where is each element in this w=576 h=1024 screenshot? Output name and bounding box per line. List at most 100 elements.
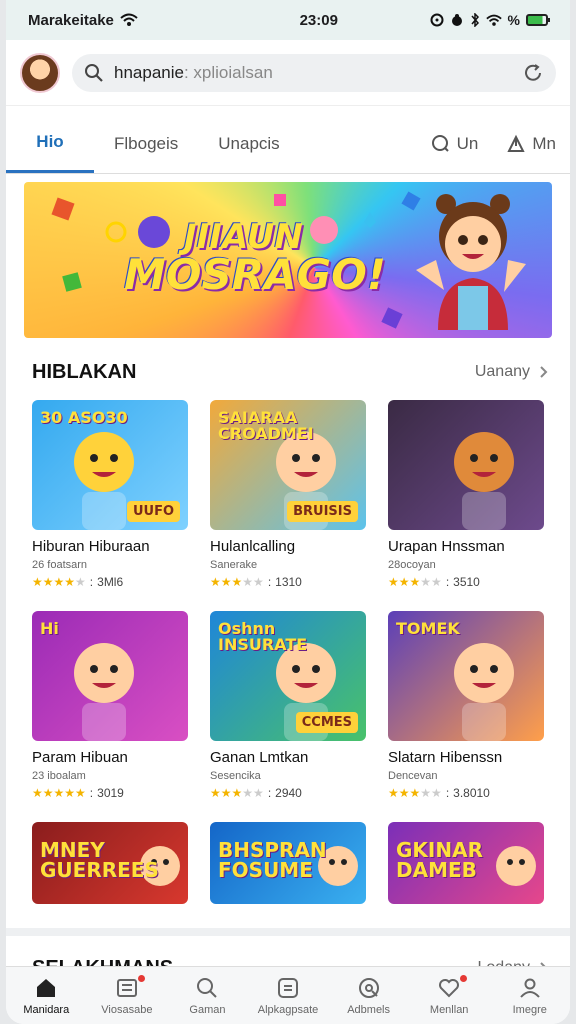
search-input[interactable]: [183, 62, 512, 83]
app-name: Hiburan Hiburaan: [32, 538, 150, 555]
status-carrier-group: Marakeitake: [28, 12, 228, 29]
star-rating-icon: ★★★★★: [32, 786, 86, 800]
chevron-right-icon: [540, 366, 548, 378]
phone-screen: Marakeitake 23:09 % hnapanie Hio Flbogei…: [6, 0, 570, 1024]
tab-action-share[interactable]: Mn: [492, 134, 570, 154]
nav-item-home[interactable]: Manidara: [6, 967, 87, 1024]
wifi-icon: [485, 14, 502, 26]
apps-icon: [278, 977, 299, 998]
app-thumbnail-title: GKINAR DAMEB: [396, 838, 483, 882]
app-thumbnail[interactable]: 30 ASO30 UUFO: [32, 400, 188, 530]
app-badge: CCMES: [295, 712, 358, 733]
app-rating: ★★★★★:3510: [388, 575, 544, 589]
rating-sep: :: [267, 575, 272, 589]
app-name: Ganan Lmtkan: [210, 749, 309, 766]
app-rating-value: 3.8010: [453, 786, 490, 800]
avatar[interactable]: [20, 52, 60, 93]
battery-icon: [526, 14, 550, 26]
app-thumbnail-title: Oshnn INSURATE: [218, 619, 308, 654]
app-thumbnail[interactable]: Hi: [32, 611, 188, 741]
search-icon: [197, 977, 218, 998]
app-badge: UUFO: [126, 501, 180, 522]
nav-label: Menllan: [429, 1003, 469, 1016]
app-thumbnail[interactable]: MNEY GUERREES: [32, 822, 188, 904]
search-icon: [431, 134, 449, 152]
app-thumbnail-title: Hi: [40, 619, 59, 638]
nav-item-person[interactable]: Imegre: [489, 967, 570, 1024]
share-icon: [507, 134, 525, 152]
app-rating: ★★★★★:3019: [32, 786, 188, 800]
nav-item-apps[interactable]: Alpkagpsate: [248, 967, 329, 1024]
tab-action-search[interactable]: Un: [417, 134, 493, 154]
star-rating-icon: ★★★★★: [388, 575, 442, 589]
tab-categories[interactable]: Flbogeis: [94, 114, 198, 173]
star-rating-icon: ★★★★★: [210, 786, 264, 800]
app-developer: Sesencika: [210, 770, 261, 782]
nav-item-heart[interactable]: Menllan: [409, 967, 490, 1024]
nav-item-search[interactable]: Gaman: [167, 967, 248, 1024]
wifi-icon: [120, 13, 138, 26]
status-time: 23:09: [299, 11, 338, 29]
app-grid: 30 ASO30 UUFO Hiburan Hiburaan 26 foatsarn ★…: [6, 400, 570, 926]
app-developer: 23 iboalam: [32, 770, 86, 782]
app-rating-value: 3Ml6: [97, 575, 124, 589]
app-card[interactable]: MNEY GUERREES: [32, 822, 188, 904]
app-thumbnail[interactable]: TOMEK: [388, 611, 544, 741]
app-name: Param Hibuan: [32, 749, 128, 766]
app-rating-value: 2940: [275, 786, 302, 800]
app-card[interactable]: 30 ASO30 UUFO Hiburan Hiburaan 26 foatsarn ★…: [32, 400, 188, 589]
app-card[interactable]: Oshnn INSURATE CCMES Ganan Lmtkan Sesencika…: [210, 611, 366, 800]
section-title: HIBLAKAN: [32, 360, 137, 383]
refresh-icon[interactable]: [522, 62, 544, 84]
bluetooth-icon: [470, 13, 479, 27]
heart-icon: [439, 978, 460, 997]
rating-sep: :: [267, 786, 272, 800]
notification-dot: [460, 975, 468, 982]
app-name: Hulanlcalling: [210, 538, 296, 555]
app-thumbnail-title: TOMEK: [396, 619, 460, 638]
app-card[interactable]: Urapan Hnssman 28ocoyan ★★★★★:3510: [388, 400, 544, 589]
tab-updates[interactable]: Unapcis: [198, 114, 299, 173]
app-card[interactable]: GKINAR DAMEB: [388, 822, 544, 904]
app-card[interactable]: SAIARAA CROADMEI BRUISIS Hulanlcalling Sane…: [210, 400, 366, 589]
app-rating-value: 3510: [453, 575, 480, 589]
banner-character: [416, 194, 526, 330]
app-thumbnail-title: MNEY GUERREES: [40, 838, 159, 882]
alarm-icon: [430, 13, 444, 27]
see-more-link[interactable]: Uanany: [475, 363, 548, 381]
app-badge: BRUISIS: [287, 501, 358, 522]
app-card[interactable]: TOMEK Slatarn Hibenssn Dencevan ★★★★★:3.801…: [388, 611, 544, 800]
nav-item-compass[interactable]: Adbmels: [328, 967, 409, 1024]
tab-action-label: Mn: [532, 133, 556, 153]
nav-label: Manidara: [23, 1003, 70, 1016]
banner-title-line2: MOSRAGO!: [124, 250, 386, 299]
app-thumbnail-title: BHSPRAN FOSUME: [218, 838, 327, 882]
search-box[interactable]: hnapanie: [72, 53, 556, 92]
rating-sep: :: [89, 786, 94, 800]
tab-label: Flbogeis: [114, 133, 179, 153]
app-thumbnail[interactable]: [388, 400, 544, 530]
nav-item-inbox[interactable]: Viosasabe: [87, 967, 168, 1024]
tab-bar: Hio Flbogeis Unapcis Un Mn: [6, 114, 570, 174]
nav-label: Imegre: [512, 1003, 547, 1016]
app-thumbnail[interactable]: GKINAR DAMEB: [388, 822, 544, 904]
app-name: Slatarn Hibenssn: [388, 749, 503, 766]
nav-label: Gaman: [189, 1003, 226, 1016]
app-character: [454, 432, 514, 530]
star-rating-icon: ★★★★★: [388, 786, 442, 800]
app-thumbnail[interactable]: SAIARAA CROADMEI BRUISIS: [210, 400, 366, 530]
bug-icon: [451, 14, 462, 26]
app-thumbnail[interactable]: BHSPRAN FOSUME: [210, 822, 366, 904]
rating-sep: :: [89, 575, 94, 589]
app-card[interactable]: BHSPRAN FOSUME: [210, 822, 366, 904]
app-thumbnail[interactable]: Oshnn INSURATE CCMES: [210, 611, 366, 741]
app-name: Urapan Hnssman: [388, 538, 505, 555]
nav-label: Viosasabe: [101, 1003, 153, 1016]
app-developer: 28ocoyan: [388, 559, 436, 571]
tab-home[interactable]: Hio: [6, 114, 94, 173]
rating-sep: :: [445, 575, 450, 589]
inbox-icon: [116, 978, 137, 997]
app-card[interactable]: Hi Param Hibuan 23 iboalam ★★★★★:3019: [32, 611, 188, 800]
app-rating: ★★★★★:3Ml6: [32, 575, 188, 589]
featured-banner[interactable]: JIIAUN MOSRAGO!: [24, 182, 552, 338]
